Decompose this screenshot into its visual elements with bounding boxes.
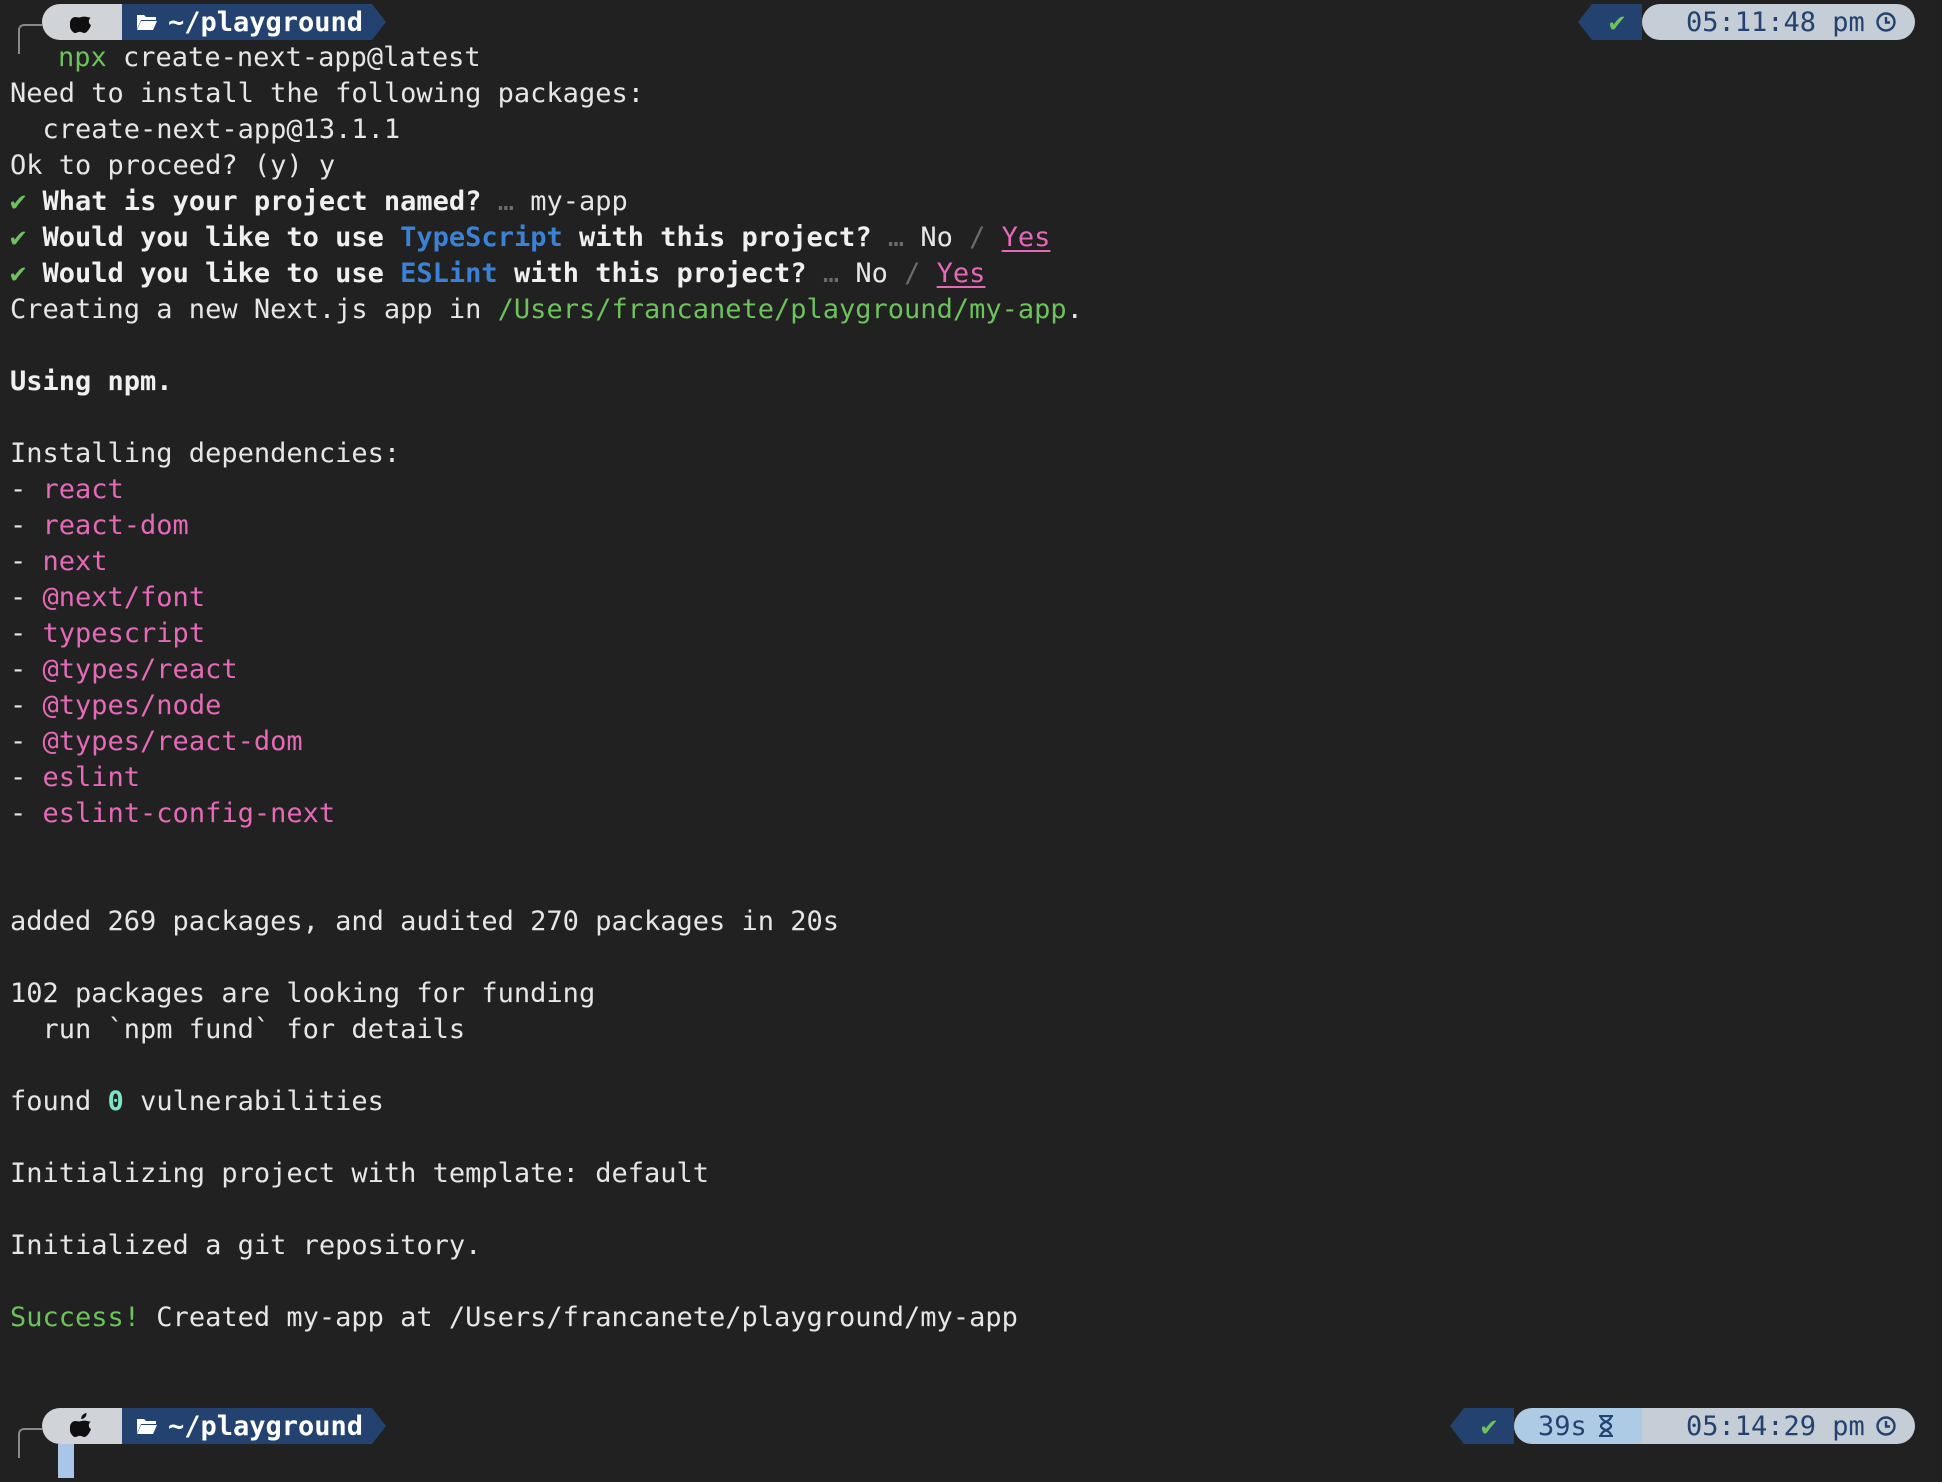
option-no: No [855, 258, 888, 289]
check-icon: ✔ [10, 222, 27, 253]
apple-icon [42, 4, 122, 40]
apple-icon [42, 1408, 122, 1444]
option-no: No [920, 222, 953, 253]
duration-segment: 39s [1514, 1408, 1646, 1444]
hourglass-icon [1597, 1415, 1615, 1437]
vulnerabilities-line: found 0 vulnerabilities [10, 1086, 384, 1117]
init-template: Initializing project with template: defa… [10, 1158, 709, 1189]
install-proceed: Ok to proceed? (y) y [10, 150, 336, 181]
question-typescript: ✔ Would you like to use TypeScript with … [10, 220, 1050, 256]
success-label: Success! [10, 1302, 141, 1333]
list-item: - react [10, 474, 124, 505]
list-item: - @types/react [10, 654, 238, 685]
clock-icon [1875, 1415, 1897, 1437]
check-icon: ✔ [1608, 6, 1626, 38]
question-text: Would you like to use [42, 258, 401, 289]
creating-text: Creating a new Next.js app in [10, 294, 498, 325]
tech-name: TypeScript [400, 222, 563, 253]
ellipsis: … [871, 222, 921, 253]
directory-label: ~/playground [168, 1410, 364, 1442]
ellipsis: … [481, 186, 531, 217]
segment-arrow [1578, 4, 1592, 40]
prompt-corner [18, 24, 42, 54]
option-yes: Yes [936, 258, 986, 289]
init-git: Initialized a git repository. [10, 1230, 482, 1261]
install-need: Need to install the following packages: [10, 78, 644, 109]
success-line: Success! Created my-app at /Users/franca… [10, 1300, 1018, 1336]
duration-text: 39s [1538, 1410, 1587, 1442]
question-text: What is your project named? [42, 186, 482, 217]
ellipsis: … [806, 258, 856, 289]
question-text: Would you like to use [42, 222, 401, 253]
folder-icon [136, 1417, 158, 1435]
command-prefix: npx [58, 42, 107, 73]
creating-line: Creating a new Next.js app in /Users/fra… [10, 292, 1083, 328]
directory-segment: ~/playground [122, 1408, 372, 1444]
directory-label: ~/playground [168, 6, 364, 38]
question-project-name: ✔ What is your project named? … my-app [10, 184, 628, 220]
check-icon: ✔ [10, 258, 27, 289]
option-yes: Yes [1001, 222, 1051, 253]
clock-time: 05:11:48 pm [1686, 6, 1865, 38]
clock-time: 05:14:29 pm [1686, 1410, 1865, 1442]
list-item: - next [10, 546, 108, 577]
segment-arrow [1450, 1408, 1464, 1444]
list-item: - react-dom [10, 510, 189, 541]
list-item: - @next/font [10, 582, 206, 613]
status-ok: ✔ [1464, 1408, 1514, 1444]
text-cursor[interactable] [58, 1444, 74, 1478]
added-summary: added 269 packages, and audited 270 pack… [10, 906, 840, 937]
question-text: with this project? [497, 258, 807, 289]
using-npm: Using npm. [10, 366, 173, 397]
list-item: - eslint [10, 762, 141, 793]
creating-dot: . [1066, 294, 1083, 325]
list-item: - typescript [10, 618, 206, 649]
command-line: npx create-next-app@latest [58, 40, 481, 76]
list-item: - @types/node [10, 690, 222, 721]
prompt-corner [18, 1428, 42, 1458]
command-rest: create-next-app@latest [106, 42, 481, 73]
question-text: with this project? [562, 222, 872, 253]
question-eslint: ✔ Would you like to use ESLint with this… [10, 256, 985, 292]
tech-name: ESLint [400, 258, 498, 289]
install-package: create-next-app@13.1.1 [10, 114, 401, 145]
funding-hint: run `npm fund` for details [10, 1014, 466, 1045]
list-item: - eslint-config-next [10, 798, 336, 829]
check-icon: ✔ [10, 186, 27, 217]
clock-icon [1875, 11, 1897, 33]
check-icon: ✔ [1480, 1410, 1498, 1442]
separator: / [952, 222, 1002, 253]
vulnerability-count: 0 [107, 1086, 124, 1117]
list-item: - @types/react-dom [10, 726, 303, 757]
success-text: Created my-app at /Users/francanete/play… [140, 1302, 1018, 1333]
funding-line: 102 packages are looking for funding [10, 978, 596, 1009]
clock-segment: 05:11:48 pm [1642, 4, 1915, 40]
directory-segment: ~/playground [122, 4, 372, 40]
creating-path: /Users/francanete/playground/my-app [497, 294, 1067, 325]
segment-arrow [372, 1408, 386, 1444]
folder-icon [136, 13, 158, 31]
segment-arrow [372, 4, 386, 40]
clock-segment: 05:14:29 pm [1642, 1408, 1915, 1444]
installing-header: Installing dependencies: [10, 438, 401, 469]
answer-text: my-app [530, 186, 628, 217]
status-ok: ✔ [1592, 4, 1642, 40]
separator: / [887, 258, 937, 289]
